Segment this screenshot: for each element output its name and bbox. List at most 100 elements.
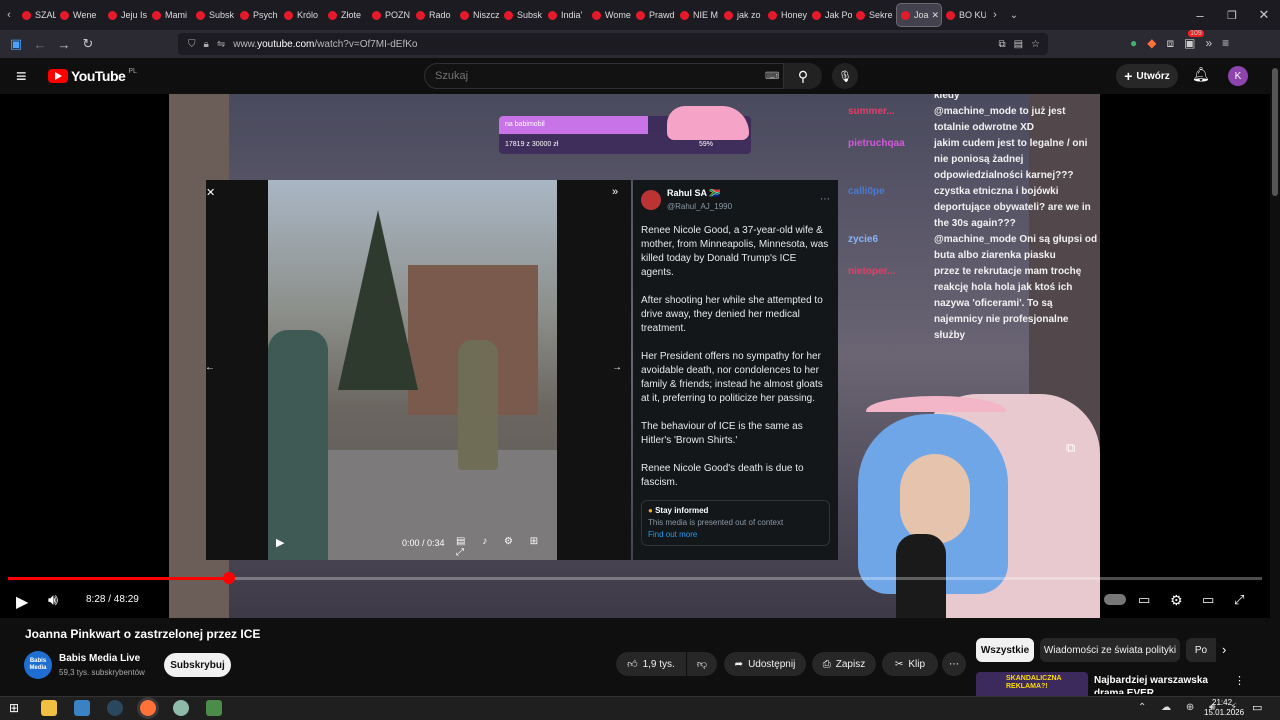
firefox-icon[interactable] bbox=[140, 700, 156, 716]
channel-name[interactable]: Babis Media Live bbox=[59, 653, 140, 664]
settings-gear-icon[interactable]: ⚙ bbox=[1170, 592, 1183, 609]
play-icon[interactable]: ▶ bbox=[16, 592, 28, 612]
bookmark-star-icon[interactable]: ☆ bbox=[1031, 39, 1040, 50]
browser-tab[interactable]: Subsk bbox=[500, 0, 544, 30]
app-menu-icon[interactable]: ≡ bbox=[1222, 36, 1229, 51]
more-tools-icon[interactable]: » bbox=[1205, 36, 1212, 51]
calculator-icon[interactable] bbox=[206, 700, 222, 716]
recommendation-menu-icon[interactable]: ⋮ bbox=[1234, 674, 1245, 687]
browser-tab[interactable]: Subsk bbox=[192, 0, 236, 30]
share-button[interactable]: ➦ Udostępnij bbox=[724, 652, 806, 676]
browser-tab[interactable]: Mami bbox=[148, 0, 192, 30]
tab-scroll-left-icon[interactable]: ‹ bbox=[0, 9, 18, 21]
menu-icon[interactable]: ≡ bbox=[16, 66, 27, 87]
extensions-puzzle-icon[interactable]: ⧈ bbox=[1166, 36, 1174, 51]
app-icon-gear[interactable] bbox=[173, 700, 189, 716]
browser-tab[interactable]: POZN bbox=[368, 0, 412, 30]
close-window-icon[interactable]: ✕ bbox=[1248, 7, 1280, 23]
filter-chip-politics[interactable]: Wiadomości ze świata polityki bbox=[1040, 638, 1180, 662]
notification-center-icon[interactable]: ▭ bbox=[1252, 701, 1262, 714]
autoplay-toggle[interactable] bbox=[1104, 594, 1126, 605]
windows-start-icon[interactable]: ⊞ bbox=[9, 700, 25, 716]
app-icon-blue[interactable] bbox=[74, 700, 90, 716]
like-button[interactable]: 👍︎ 1,9 tys. bbox=[616, 652, 686, 676]
fox-extension-icon[interactable]: ◆ bbox=[1147, 36, 1156, 51]
tab-list-icon[interactable]: ⌄ bbox=[1004, 10, 1024, 21]
browser-tab[interactable]: NIE M bbox=[676, 0, 720, 30]
fullscreen-icon[interactable]: ⤢ bbox=[1234, 592, 1244, 608]
badge-extension-icon[interactable]: ▣ 109 bbox=[1184, 30, 1204, 51]
browser-tab[interactable]: India' bbox=[544, 0, 588, 30]
back-icon[interactable]: ← bbox=[28, 37, 52, 52]
address-bar[interactable]: ⛉ 🔒︎ ⇋ www. youtube.com/watch?v=Of7MI-dEf… bbox=[178, 33, 1048, 55]
video-progress-bar[interactable] bbox=[8, 572, 1262, 584]
viewer-expand-icon[interactable]: » bbox=[612, 186, 618, 198]
browser-tab[interactable]: Joa ✕ bbox=[896, 3, 942, 27]
browser-tab[interactable]: Jeju Is bbox=[104, 0, 148, 30]
viewer-close-icon[interactable]: ✕ bbox=[206, 186, 215, 199]
youtube-logo[interactable]: YouTube PL bbox=[48, 68, 137, 84]
browser-tab[interactable]: Psych bbox=[236, 0, 280, 30]
browser-tab[interactable]: Rado bbox=[412, 0, 456, 30]
embedded-play-icon[interactable]: ▶ bbox=[276, 536, 284, 549]
browser-tab[interactable]: Sekre bbox=[852, 0, 896, 30]
theater-mode-icon[interactable]: ▭ bbox=[1202, 592, 1214, 608]
browser-tab[interactable]: Honey bbox=[764, 0, 808, 30]
scissors-icon: ✂ bbox=[894, 658, 904, 670]
youtube-favicon-icon bbox=[724, 10, 733, 20]
subscribe-button[interactable]: Subskrybuj bbox=[164, 653, 231, 677]
notifications-bell-icon[interactable]: 🔔︎ bbox=[1192, 66, 1210, 83]
volume-icon[interactable]: 🔊︎ bbox=[48, 592, 58, 610]
progress-scrubber[interactable] bbox=[222, 572, 235, 584]
browser-tab[interactable]: Wene bbox=[56, 0, 104, 30]
viewer-prev-icon[interactable]: ← bbox=[205, 362, 215, 373]
search-input[interactable] bbox=[435, 70, 735, 82]
filter-chip-more[interactable]: Po bbox=[1186, 638, 1216, 662]
browser-tab[interactable]: BO KU bbox=[942, 0, 986, 30]
miniplayer-icon[interactable]: ⧉ bbox=[1066, 440, 1075, 456]
forward-icon[interactable]: → bbox=[52, 37, 76, 52]
tab-scroll-right-icon[interactable]: › bbox=[986, 9, 1004, 21]
search-button[interactable]: ⚲ bbox=[784, 63, 822, 89]
sidebar-toggle-icon[interactable]: ▣ bbox=[4, 36, 28, 52]
page-scrollbar[interactable] bbox=[1270, 58, 1280, 696]
browser-tab[interactable]: Niszcz bbox=[456, 0, 500, 30]
video-player[interactable]: na babimobil 17819 z 30000 zł 59% ✕ ← → … bbox=[0, 94, 1270, 618]
more-actions-button[interactable]: ⋯ bbox=[942, 652, 966, 676]
save-button[interactable]: ⎙ Zapisz bbox=[812, 652, 876, 676]
account-avatar[interactable]: K bbox=[1228, 66, 1248, 86]
restore-window-icon[interactable]: ❐ bbox=[1216, 9, 1248, 22]
scrollbar-thumb[interactable] bbox=[1272, 68, 1278, 196]
subtitles-icon[interactable]: ▭ bbox=[1138, 592, 1150, 608]
picture-in-picture-icon[interactable]: ⧉ bbox=[998, 39, 1005, 50]
keyboard-icon[interactable]: ⌨ bbox=[765, 71, 779, 82]
browser-tab[interactable]: Jak Po bbox=[808, 0, 852, 30]
recommendation-thumbnail[interactable]: SKANDALICZNA REKLAMA?! bbox=[976, 672, 1088, 696]
create-button[interactable]: + Utwórz bbox=[1116, 64, 1178, 88]
steam-icon[interactable] bbox=[107, 700, 123, 716]
filter-chip-all[interactable]: Wszystkie bbox=[976, 638, 1034, 662]
voice-search-button[interactable]: 🎙︎ bbox=[832, 63, 858, 89]
reader-view-icon[interactable]: ▤ bbox=[1014, 39, 1023, 50]
clip-button[interactable]: ✂ Klip bbox=[882, 652, 938, 676]
chips-next-icon[interactable]: › bbox=[1222, 642, 1226, 657]
dislike-button[interactable]: 👎︎ bbox=[687, 652, 717, 676]
viewer-next-icon[interactable]: → bbox=[612, 362, 622, 373]
search-box[interactable]: ⌨ bbox=[424, 63, 784, 89]
reload-icon[interactable]: ↻ bbox=[76, 36, 100, 52]
minimize-window-icon[interactable]: – bbox=[1184, 8, 1216, 23]
file-explorer-icon[interactable] bbox=[41, 700, 57, 716]
close-tab-icon[interactable]: ✕ bbox=[932, 10, 940, 21]
extensions-area: ● ◆ ⧈ ▣ 109 » ≡ bbox=[1130, 30, 1229, 51]
browser-tab[interactable]: Prawd bbox=[632, 0, 676, 30]
browser-tab[interactable]: Wome bbox=[588, 0, 632, 30]
browser-tab[interactable]: SZALO bbox=[18, 0, 56, 30]
browser-tab[interactable]: Królo bbox=[280, 0, 324, 30]
recommendation-title[interactable]: Najbardziej warszawska drama EVER bbox=[1094, 674, 1234, 694]
browser-tab-label: POZN bbox=[385, 10, 411, 20]
channel-avatar[interactable]: Babis Media bbox=[24, 651, 52, 679]
browser-tab[interactable]: Złote bbox=[324, 0, 368, 30]
browser-tab[interactable]: jak zo bbox=[720, 0, 764, 30]
globe-extension-icon[interactable]: ● bbox=[1130, 36, 1137, 51]
browser-tab-label: Jak Po bbox=[825, 10, 852, 20]
